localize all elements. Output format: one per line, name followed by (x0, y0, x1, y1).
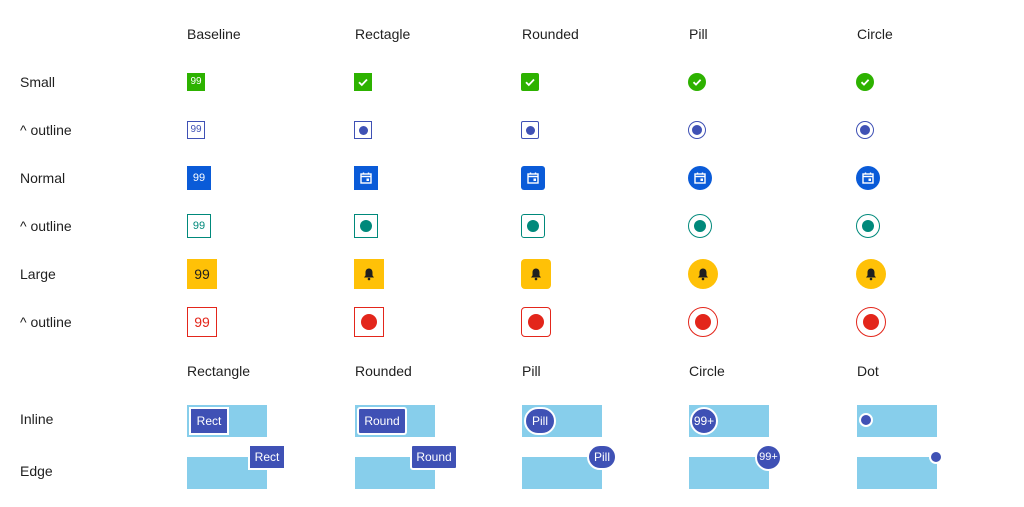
badge-small-outline-circle (856, 121, 874, 139)
badge-large-circle (856, 259, 886, 289)
badge-large-outline-baseline: 99 (187, 307, 217, 337)
calendar-icon (360, 172, 372, 184)
bell-icon (698, 268, 708, 281)
dot-icon (361, 314, 377, 330)
col-header-rectangle: Rectagle (355, 26, 411, 42)
calendar-icon (527, 172, 539, 184)
row-label-normal-outline: ^ outline (20, 218, 72, 234)
row-label-large: Large (20, 266, 56, 282)
badge-large-outline-circle (856, 307, 886, 337)
badge-count: 99 (190, 124, 202, 135)
col-header-rectangle-2: Rectangle (187, 363, 251, 379)
badge-normal-circle (856, 166, 880, 190)
badge-inline-rect: Rect (189, 407, 229, 435)
col-header-circle: Circle (857, 26, 893, 42)
badge-count: 99 (190, 76, 202, 87)
badge-small-pill (688, 73, 706, 91)
badge-normal-outline-rectangle (354, 214, 378, 238)
badge-edge-round: Round (410, 444, 458, 470)
col-header-rounded: Rounded (522, 26, 579, 42)
dot-icon (358, 125, 368, 135)
col-header-pill: Pill (689, 26, 708, 42)
col-header-circle-2: Circle (689, 363, 725, 379)
check-icon (358, 78, 368, 87)
badge-small-rounded (521, 73, 539, 91)
badge-large-outline-pill (688, 307, 718, 337)
badge-edge-dot (929, 450, 943, 464)
check-icon (692, 79, 702, 86)
col-header-baseline: Baseline (187, 26, 241, 42)
badge-large-outline-rectangle (354, 307, 384, 337)
badge-count: 99 (194, 266, 210, 282)
badge-small-outline-pill (688, 121, 706, 139)
edge-bar-dot (857, 457, 937, 489)
row-label-inline: Inline (20, 411, 54, 427)
badge-normal-outline-circle (856, 214, 880, 238)
badge-inline-dot (859, 413, 873, 427)
dot-icon (528, 314, 544, 330)
badge-edge-pill: Pill (587, 444, 617, 470)
bell-icon (364, 268, 374, 281)
badge-normal-baseline: 99 (187, 166, 211, 190)
badge-large-pill (688, 259, 718, 289)
badge-small-rectangle (354, 73, 372, 91)
badge-count: 99 (192, 219, 206, 232)
dot-icon (527, 220, 539, 232)
dot-icon (863, 314, 879, 330)
bell-icon (531, 268, 541, 281)
calendar-icon (862, 172, 874, 184)
badge-normal-rectangle (354, 166, 378, 190)
badge-large-rounded (521, 259, 551, 289)
badge-normal-rounded (521, 166, 545, 190)
row-label-small: Small (20, 74, 56, 90)
badge-edge-rect: Rect (248, 444, 286, 470)
badge-inline-circle: 99+ (690, 407, 718, 435)
badge-normal-outline-rounded (521, 214, 545, 238)
dot-icon (360, 220, 372, 232)
badge-normal-outline-pill (688, 214, 712, 238)
badge-large-rectangle (354, 259, 384, 289)
dot-icon (525, 125, 535, 135)
badge-edge-circle: 99+ (755, 444, 782, 471)
dot-icon (694, 220, 706, 232)
check-icon (525, 78, 535, 87)
row-label-small-outline: ^ outline (20, 122, 72, 138)
badge-large-baseline: 99 (187, 259, 217, 289)
badge-inline-pill: Pill (524, 407, 556, 435)
calendar-icon (694, 172, 706, 184)
badge-count: 99 (194, 314, 210, 330)
dot-icon (695, 314, 711, 330)
inline-bar-circle: 99+ (689, 405, 769, 437)
row-label-normal: Normal (20, 170, 66, 186)
col-header-pill-2: Pill (522, 363, 541, 379)
dot-icon (860, 125, 870, 135)
inline-bar-dot (857, 405, 937, 437)
bell-icon (866, 268, 876, 281)
dot-icon (862, 220, 874, 232)
check-icon (860, 79, 870, 86)
row-label-large-outline: ^ outline (20, 314, 72, 330)
badge-large-outline-rounded (521, 307, 551, 337)
badge-small-baseline: 99 (187, 73, 205, 91)
col-header-rounded-2: Rounded (355, 363, 412, 379)
badge-normal-pill (688, 166, 712, 190)
inline-bar-rounded: Round (355, 405, 435, 437)
badge-small-outline-baseline: 99 (187, 121, 205, 139)
badge-small-outline-rounded (521, 121, 539, 139)
badge-inline-round: Round (357, 407, 407, 435)
col-header-dot: Dot (857, 363, 879, 379)
badge-count: 99 (192, 171, 206, 184)
badge-small-outline-rectangle (354, 121, 372, 139)
badge-small-circle (856, 73, 874, 91)
row-label-edge: Edge (20, 463, 53, 479)
dot-icon (692, 125, 702, 135)
inline-bar-rectangle: Rect (187, 405, 267, 437)
badge-normal-outline-baseline: 99 (187, 214, 211, 238)
inline-bar-pill: Pill (522, 405, 602, 437)
